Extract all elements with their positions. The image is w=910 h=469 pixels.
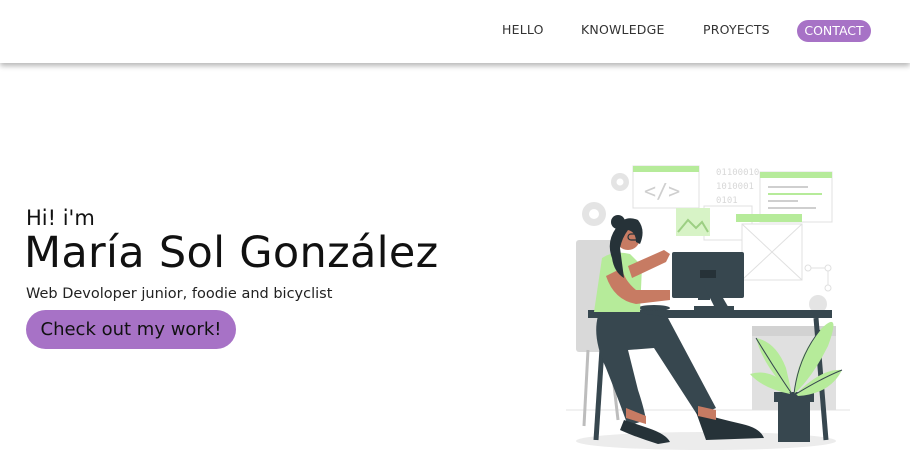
contact-button[interactable]: CONTACT — [797, 20, 871, 42]
hero-greeting: Hi! i'm — [26, 206, 95, 230]
hero-tagline: Web Devoloper junior, foodie and bicycli… — [26, 286, 333, 302]
monitor-icon — [672, 252, 744, 310]
developer-illustration: </> 01100010 1010001 0101 — [566, 165, 850, 450]
binary-text-2: 1010001 — [716, 182, 754, 192]
svg-text:</>: </> — [644, 179, 680, 203]
nav-link-knowledge[interactable]: KNOWLEDGE — [581, 22, 665, 37]
code-window-icon: </> — [632, 165, 700, 209]
hero-name: María Sol González — [24, 228, 439, 278]
binary-text-3: 0101 — [716, 196, 738, 206]
check-out-work-button[interactable]: Check out my work! — [26, 310, 236, 349]
top-navbar: HELLO KNOWLEDGE PROYECTS CONTACT — [0, 0, 910, 63]
wireframe-panel-icon — [741, 223, 803, 281]
nav-link-proyects[interactable]: PROYECTS — [703, 22, 770, 37]
binary-text-1: 01100010 — [716, 168, 759, 178]
nav-link-hello[interactable]: HELLO — [502, 22, 544, 37]
